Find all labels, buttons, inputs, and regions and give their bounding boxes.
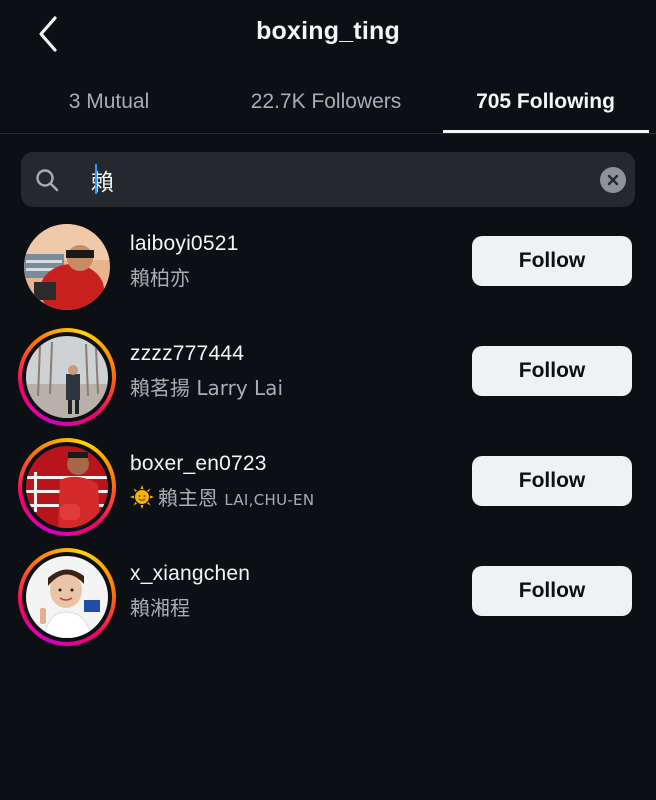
text-caret	[95, 164, 97, 194]
follow-button[interactable]: Follow	[472, 236, 632, 286]
list-item[interactable]: boxer_en0723 賴主恩 LAI,CHU-EN Follow	[0, 438, 656, 546]
list-item[interactable]: x_xiangchen 賴湘程 Follow	[0, 548, 656, 656]
profile-photo	[24, 224, 110, 310]
username[interactable]: laiboyi0521	[130, 232, 238, 256]
tab-bar: 3 Mutual 22.7K Followers 705 Following	[0, 72, 656, 134]
list-item[interactable]: laiboyi0521 賴柏亦 Follow	[0, 218, 656, 326]
page-title: boxing_ting	[256, 17, 400, 45]
username[interactable]: boxer_en0723	[130, 452, 267, 476]
tab-following[interactable]: 705 Following	[443, 72, 648, 132]
full-name: 賴茗揚 Larry Lai	[130, 376, 283, 400]
profile-photo	[26, 336, 108, 418]
list-item[interactable]: zzzz777444 賴茗揚 Larry Lai Follow	[0, 328, 656, 436]
profile-photo	[26, 446, 108, 528]
search-input[interactable]	[91, 162, 591, 197]
full-name: 賴柏亦	[130, 266, 190, 290]
full-name-latin: LAI,CHU-EN	[224, 491, 315, 509]
username[interactable]: zzzz777444	[130, 342, 244, 366]
search-bar[interactable]	[21, 152, 635, 207]
tabs-divider	[0, 133, 656, 134]
follow-button[interactable]: Follow	[472, 456, 632, 506]
header: boxing_ting	[0, 0, 656, 70]
follow-button[interactable]: Follow	[472, 566, 632, 616]
profile-photo	[26, 556, 108, 638]
avatar[interactable]	[18, 438, 116, 536]
avatar[interactable]	[18, 548, 116, 646]
avatar[interactable]	[18, 328, 116, 426]
full-name-text: 賴主恩	[158, 486, 218, 510]
follow-button[interactable]: Follow	[472, 346, 632, 396]
full-name: 賴湘程	[130, 596, 190, 620]
close-icon	[607, 174, 619, 186]
full-name: 賴主恩 LAI,CHU-EN	[130, 482, 314, 511]
tab-followers[interactable]: 22.7K Followers	[220, 72, 432, 132]
following-screen: boxing_ting 3 Mutual 22.7K Followers 705…	[0, 0, 656, 800]
avatar[interactable]	[18, 218, 116, 316]
search-icon	[36, 169, 59, 192]
clear-search-button[interactable]	[600, 167, 626, 193]
tab-mutual[interactable]: 3 Mutual	[14, 72, 204, 132]
username[interactable]: x_xiangchen	[130, 562, 250, 586]
sun-emoji-icon	[130, 485, 154, 509]
